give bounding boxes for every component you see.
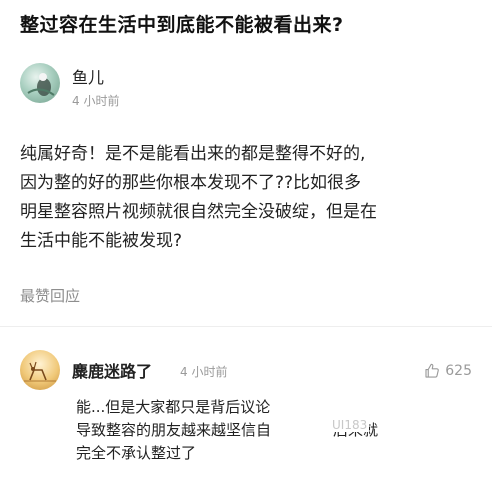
- top-replies-link[interactable]: 最赞回应: [20, 285, 80, 306]
- comment-time: 4 小时前: [180, 365, 228, 379]
- comment-line: 能...但是大家都只是背后议论: [76, 398, 271, 416]
- thumbs-up-icon: [425, 363, 440, 378]
- comment-body: 能...但是大家都只是背后议论 导致整容的朋友越来越坚信自后来就 完全不承认整过…: [76, 396, 476, 465]
- avatar-deer-image: [24, 361, 56, 382]
- author-post-time: 4 小时前: [72, 94, 120, 108]
- question-title: 整过容在生活中到底能不能被看出来?: [20, 14, 344, 36]
- like-count: 625: [445, 363, 472, 379]
- watermark: UI183: [330, 418, 370, 432]
- author-avatar[interactable]: [20, 63, 60, 103]
- comment-line: 完全不承认整过了: [76, 444, 197, 462]
- post-line: 明星整容照片视频就很自然完全没破绽，但是在: [20, 202, 377, 222]
- author-name[interactable]: 鱼儿: [72, 64, 104, 88]
- post-line: 生活中能不能被发现?: [20, 231, 183, 251]
- commenter-avatar[interactable]: [20, 350, 60, 390]
- divider: [0, 326, 492, 327]
- avatar-fish-image: [27, 73, 55, 96]
- comment-line: 导致整容的朋友越来越坚信自后来就: [76, 419, 476, 442]
- post-line: 纯属好奇！是不是能看出来的都是整得不好的,: [20, 144, 366, 164]
- like-button[interactable]: 625: [423, 362, 472, 380]
- post-body: 纯属好奇！是不是能看出来的都是整得不好的, 因为整的好的那些你根本发现不了??比…: [20, 140, 472, 256]
- post-line: 因为整的好的那些你根本发现不了??比如很多: [20, 173, 362, 193]
- commenter-name[interactable]: 麋鹿迷路了: [72, 358, 152, 382]
